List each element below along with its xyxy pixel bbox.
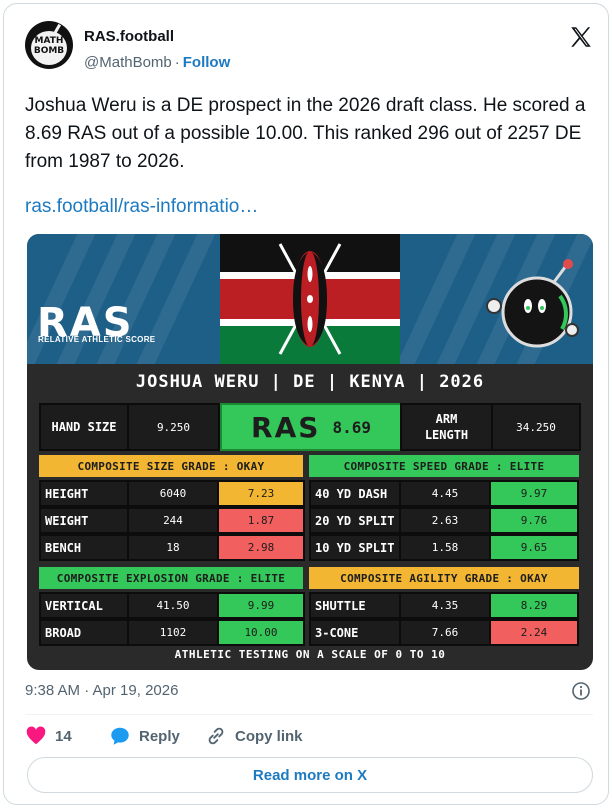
metric-score: 9.76 [489,507,579,534]
explosion-grade-header: COMPOSITE EXPLOSION GRADE : ELITE [39,567,303,589]
metric-label: HEIGHT [39,480,129,507]
avatar-text: MATH BOMB [33,36,65,56]
metric-label: 10 YD SPLIT [309,534,401,561]
metric-label: SHUTTLE [309,592,401,619]
copy-link-button[interactable]: Copy link [205,724,303,748]
like-button[interactable]: 14 [25,724,72,748]
ras-score-logo: RAS [251,410,321,444]
arm-length-value: 34.250 [491,403,581,451]
metric-raw-value: 244 [127,507,219,534]
heart-icon [26,726,46,745]
x-logo-icon[interactable] [568,24,594,50]
ras-score-value: 8.69 [332,417,371,437]
tweet-link[interactable]: ras.football/ras-informatio… [25,196,258,218]
ras-logo-subtitle: RELATIVE ATHLETIC SCORE [38,335,156,344]
metric-score: 2.98 [217,534,305,561]
follow-button[interactable]: Follow [183,54,231,71]
author-avatar[interactable]: MATH BOMB [25,21,73,69]
metric-label: VERTICAL [39,592,129,619]
arm-length-label: ARM LENGTH [400,403,493,451]
metric-score: 9.65 [489,534,579,561]
metric-score: 8.29 [489,592,579,619]
metric-raw-value: 4.35 [399,592,491,619]
like-count: 14 [55,727,72,745]
metric-score: 9.97 [489,480,579,507]
kenya-flag-icon [220,234,400,364]
metric-score: 7.23 [217,480,305,507]
metric-raw-value: 6040 [127,480,219,507]
link-icon [208,727,224,745]
metric-label: 3-CONE [309,619,401,646]
read-more-button[interactable]: Read more on X [27,757,593,793]
hand-size-value: 9.250 [127,403,220,451]
author-handle-row: @MathBomb · Follow [84,54,230,71]
handle-separator: · [174,54,180,71]
hand-size-label: HAND SIZE [39,403,129,451]
metric-raw-value: 7.66 [399,619,491,646]
metric-raw-value: 41.50 [127,592,219,619]
metric-raw-value: 2.63 [399,507,491,534]
reply-button[interactable]: Reply [109,724,180,748]
copy-link-label: Copy link [235,727,303,745]
metric-score: 10.00 [217,619,305,646]
info-icon[interactable] [571,681,591,701]
mascot-bomb-icon [486,259,579,348]
metric-raw-value: 1102 [127,619,219,646]
reply-label: Reply [139,727,180,745]
tweet-card: MATH BOMB RAS.football @MathBomb · Follow … [3,3,609,805]
scale-footer: ATHLETIC TESTING ON A SCALE OF 0 TO 10 [174,648,446,661]
speed-grade-header: COMPOSITE SPEED GRADE : ELITE [309,455,579,477]
metric-label: WEIGHT [39,507,129,534]
metric-score: 1.87 [217,507,305,534]
ras-graphic[interactable]: RAS RELATIVE ATHLETIC SCORE JOSHUA WERU … [27,234,593,670]
tweet-timestamp[interactable]: 9:38 AM · Apr 19, 2026 [25,682,178,699]
size-grade-header: COMPOSITE SIZE GRADE : OKAY [39,455,303,477]
author-display-name[interactable]: RAS.football [84,28,174,45]
tweet-text: Joshua Weru is a DE prospect in the 2026… [25,95,586,172]
tweet-actions: 14 Reply Copy link [25,724,593,748]
reply-bubble-icon [111,727,129,745]
author-handle[interactable]: @MathBomb [84,54,172,71]
metric-label: 40 YD DASH [309,480,401,507]
player-title: JOSHUA WERU | DE | KENYA | 2026 [135,372,485,392]
metric-raw-value: 18 [127,534,219,561]
metric-label: BROAD [39,619,129,646]
metric-score: 2.24 [489,619,579,646]
metric-score: 9.99 [217,592,305,619]
agility-grade-header: COMPOSITE AGILITY GRADE : OKAY [309,567,579,589]
metric-raw-value: 1.58 [399,534,491,561]
metric-label: 20 YD SPLIT [309,507,401,534]
divider [25,714,593,715]
metric-raw-value: 4.45 [399,480,491,507]
metric-label: BENCH [39,534,129,561]
ras-score-box: RAS 8.69 [220,403,402,451]
